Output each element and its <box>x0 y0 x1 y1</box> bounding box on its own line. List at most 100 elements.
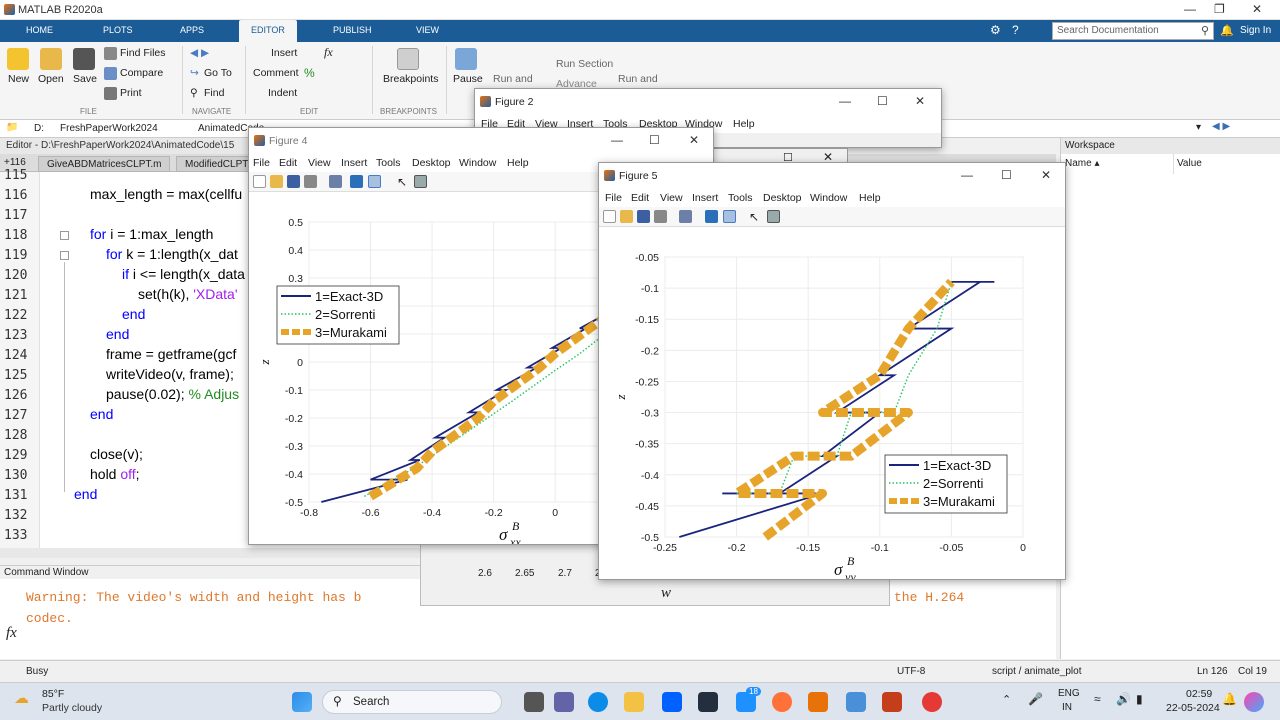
language-code[interactable]: ENG <box>1058 688 1080 699</box>
figure-5-window[interactable]: Figure 5 — ☐ ✕ File Edit View Insert Too… <box>598 162 1066 580</box>
dropdown-icon[interactable]: ▾ <box>1196 122 1201 133</box>
menu-tools[interactable]: Tools <box>728 192 753 204</box>
notification-bell-icon[interactable]: 🔔 <box>1222 692 1237 706</box>
print-icon[interactable] <box>654 210 667 223</box>
close-icon[interactable]: ✕ <box>1041 168 1051 182</box>
pause-button[interactable]: Pause <box>453 73 483 85</box>
minimize-icon[interactable]: — <box>839 94 851 108</box>
maximize-icon[interactable]: ☐ <box>877 94 888 108</box>
tab-file-giveabd[interactable]: GiveABDMatricesCLPT.m <box>38 156 171 172</box>
menu-edit[interactable]: Edit <box>631 192 649 204</box>
open-icon[interactable] <box>620 210 633 223</box>
tab-apps[interactable]: APPS <box>180 25 204 35</box>
minimize-icon[interactable]: — <box>611 133 623 147</box>
save-button[interactable]: Save <box>73 73 97 85</box>
menu-desktop[interactable]: Desktop <box>412 157 451 169</box>
indent-button[interactable]: Indent <box>268 87 297 99</box>
new-figure-icon[interactable] <box>603 210 616 223</box>
find-button[interactable]: Find <box>204 87 224 99</box>
minimize-icon[interactable]: — <box>1184 2 1196 16</box>
volume-icon[interactable]: 🔊 <box>1116 692 1131 706</box>
tab-plots[interactable]: PLOTS <box>103 25 133 35</box>
menu-insert[interactable]: Insert <box>692 192 718 204</box>
menu-edit[interactable]: Edit <box>279 157 297 169</box>
fold-icon[interactable] <box>60 251 69 260</box>
matlab-taskbar-icon[interactable] <box>808 692 828 712</box>
go-to-button[interactable]: Go To <box>204 67 232 79</box>
firefox-icon[interactable] <box>772 692 792 712</box>
windows-start-icon[interactable] <box>292 692 312 712</box>
file-explorer-icon[interactable] <box>624 692 644 712</box>
amazon-icon[interactable] <box>698 692 718 712</box>
figure-5-plot[interactable]: -0.25 -0.2 -0.15 -0.1 -0.05 0 -0.05 -0.1 -0.15 -0… <box>599 227 1066 580</box>
tab-publish[interactable]: PUBLISH <box>333 25 372 35</box>
address-part[interactable]: FreshPaperWork2024 <box>60 123 158 134</box>
tab-home[interactable]: HOME <box>26 25 53 35</box>
menu-help[interactable]: Help <box>859 192 881 204</box>
copilot-icon[interactable] <box>1244 692 1264 712</box>
powerpoint-icon[interactable] <box>882 692 902 712</box>
menu-view[interactable]: View <box>660 192 683 204</box>
back-forward-icon[interactable]: ◀ ▶ <box>190 47 209 59</box>
weather-desc[interactable]: Partly cloudy <box>42 702 102 714</box>
menu-desktop[interactable]: Desktop <box>763 192 802 204</box>
microphone-icon[interactable]: 🎤 <box>1028 692 1043 706</box>
help-icon[interactable]: ? <box>1012 23 1019 37</box>
address-drive[interactable]: D: <box>34 123 44 134</box>
colorbar-icon[interactable] <box>705 210 718 223</box>
dropbox-icon[interactable] <box>662 692 682 712</box>
notepad-icon[interactable] <box>846 692 866 712</box>
edge-icon[interactable] <box>588 692 608 712</box>
menu-help[interactable]: Help <box>733 118 755 130</box>
new-button[interactable]: New <box>8 73 29 85</box>
run-and-button[interactable]: Run and <box>493 73 533 85</box>
fold-icon[interactable] <box>60 231 69 240</box>
run-and-time-button[interactable]: Run and <box>618 73 658 85</box>
weather-temp[interactable]: 85°F <box>42 688 64 700</box>
percent-icon[interactable]: % <box>304 66 315 80</box>
insert-button[interactable]: Insert <box>271 47 297 59</box>
new-figure-icon[interactable] <box>253 175 266 188</box>
workspace-col-name[interactable]: Name ▴ <box>1065 158 1099 169</box>
save-icon[interactable] <box>637 210 650 223</box>
bell-icon[interactable]: 🔔 <box>1220 24 1234 37</box>
find-files-button[interactable]: Find Files <box>120 47 166 59</box>
tab-view[interactable]: VIEW <box>416 25 439 35</box>
close-icon[interactable]: ✕ <box>689 133 699 147</box>
save-icon[interactable] <box>287 175 300 188</box>
link-icon[interactable] <box>329 175 342 188</box>
menu-file[interactable]: File <box>605 192 622 204</box>
menu-file[interactable]: File <box>253 157 270 169</box>
tab-editor[interactable]: EDITOR <box>239 20 297 42</box>
recorder-icon[interactable] <box>922 692 942 712</box>
fx-icon[interactable]: fx <box>324 45 333 60</box>
wifi-icon[interactable]: ≈ <box>1094 692 1101 706</box>
clock-time[interactable]: 02:59 <box>1186 688 1212 700</box>
print-button[interactable]: Print <box>120 87 142 99</box>
quick-access-icon[interactable]: ⚙ <box>990 23 1001 37</box>
print-icon[interactable] <box>304 175 317 188</box>
taskbar-search-box[interactable]: ⚲ Search <box>322 690 502 714</box>
run-section-button[interactable]: Run Section <box>556 58 613 70</box>
close-icon[interactable]: ✕ <box>1252 2 1262 16</box>
tab-file-modifiedclpt[interactable]: ModifiedCLPT <box>176 156 258 172</box>
nav-arrows-icon[interactable]: ◀ ▶ <box>1212 121 1230 132</box>
clock-date[interactable]: 22-05-2024 <box>1166 702 1220 714</box>
sign-in-link[interactable]: Sign In <box>1240 25 1271 36</box>
close-icon[interactable]: ✕ <box>915 94 925 108</box>
maximize-icon[interactable]: ☐ <box>649 133 660 147</box>
chevron-up-icon[interactable]: ⌃ <box>1002 693 1011 706</box>
colorbar-icon[interactable] <box>350 175 363 188</box>
battery-icon[interactable]: ▮ <box>1136 692 1143 706</box>
property-editor-icon[interactable] <box>414 175 427 188</box>
minimize-icon[interactable]: — <box>961 168 973 182</box>
teams-icon[interactable] <box>554 692 574 712</box>
menu-help[interactable]: Help <box>507 157 529 169</box>
comment-button[interactable]: Comment <box>253 67 299 79</box>
open-button[interactable]: Open <box>38 73 64 85</box>
task-view-icon[interactable] <box>524 692 544 712</box>
search-documentation-input[interactable]: Search Documentation ⚲ <box>1052 22 1214 40</box>
pointer-icon[interactable]: ↖ <box>397 175 410 189</box>
workspace-col-value[interactable]: Value <box>1177 158 1202 169</box>
open-icon[interactable] <box>270 175 283 188</box>
